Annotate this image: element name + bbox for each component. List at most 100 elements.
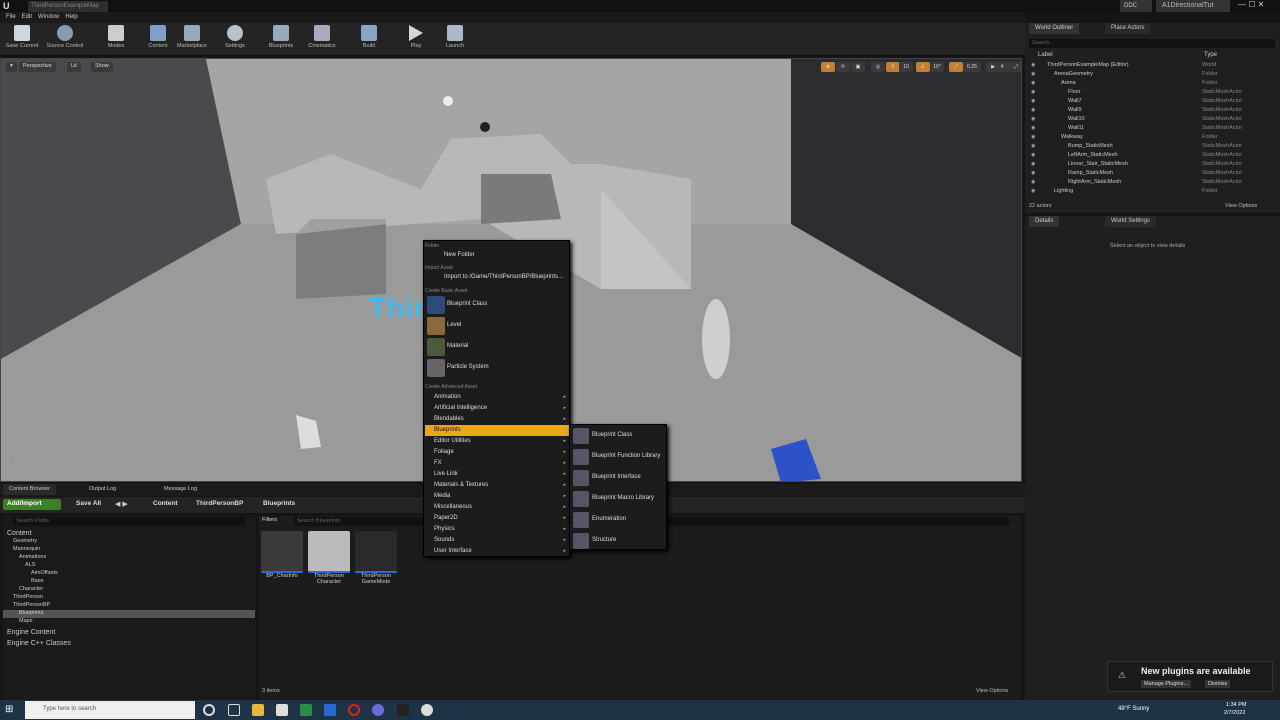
outliner-row[interactable]: ◉ LeftArm_StaticMesh StaticMeshActor: [1025, 152, 1280, 161]
menu-edit[interactable]: Edit: [22, 12, 32, 23]
scale-size[interactable]: 0.25: [963, 62, 981, 72]
submenu-item[interactable]: Blueprint Function Library: [571, 447, 667, 467]
filters-button[interactable]: Filters: [262, 517, 277, 523]
tree-item[interactable]: ThirdPersonBP: [3, 602, 255, 610]
opera-icon[interactable]: [348, 704, 360, 716]
tree-item[interactable]: Blueprints: [3, 610, 255, 618]
cortana-icon[interactable]: [203, 704, 215, 716]
breadcrumb-thirdpersonbp[interactable]: ThirdPersonBP: [196, 500, 243, 507]
outliner-row[interactable]: ◉ Arena Folder: [1025, 80, 1280, 89]
basic-asset-item[interactable]: Level: [425, 316, 569, 336]
eye-icon[interactable]: ◉: [1031, 170, 1035, 176]
outliner-search-input[interactable]: Search...: [1029, 39, 1275, 48]
eye-icon[interactable]: ◉: [1031, 89, 1035, 95]
basic-asset-item[interactable]: Blueprint Class: [425, 295, 569, 315]
tab-content-browser[interactable]: Content Browser: [3, 484, 56, 495]
menu-window[interactable]: Window: [38, 12, 59, 23]
grid-size[interactable]: 10: [899, 62, 913, 72]
type-column-header[interactable]: Type: [1204, 52, 1217, 58]
advanced-menu-item[interactable]: Miscellaneous ▸: [425, 502, 569, 513]
level-tab[interactable]: ThirdPersonExampleMap: [28, 1, 108, 12]
eye-icon[interactable]: ◉: [1031, 188, 1035, 194]
blueprints-button[interactable]: Blueprints: [259, 25, 303, 55]
advanced-menu-item[interactable]: Sounds ▸: [425, 535, 569, 546]
asset-tile[interactable]: ThirdPerson Character: [307, 531, 351, 585]
submenu-item[interactable]: Enumeration: [571, 510, 667, 530]
eye-icon[interactable]: ◉: [1031, 161, 1035, 167]
advanced-menu-item[interactable]: Blendables ▸: [425, 414, 569, 425]
app-icon[interactable]: [300, 704, 312, 716]
clock-time[interactable]: 1:34 PM: [1226, 702, 1246, 708]
outliner-row[interactable]: ◉ Bump_StaticMesh StaticMeshActor: [1025, 143, 1280, 152]
eye-icon[interactable]: ◉: [1031, 125, 1035, 131]
cinematics-button[interactable]: Cinematics: [300, 25, 344, 55]
advanced-menu-item[interactable]: User Interface ▸: [425, 546, 569, 557]
outliner-row[interactable]: ◉ Ramp_StaticMesh StaticMeshActor: [1025, 170, 1280, 179]
app-icon[interactable]: [276, 704, 288, 716]
outliner-view-options-button[interactable]: View Options: [1225, 203, 1257, 209]
eye-icon[interactable]: ◉: [1031, 62, 1035, 68]
tab-world-outliner[interactable]: World Outliner: [1029, 23, 1080, 34]
breadcrumb-content[interactable]: Content: [153, 500, 178, 507]
submenu-item[interactable]: Blueprint Macro Library: [571, 489, 667, 509]
label-column-header[interactable]: Label: [1038, 52, 1053, 58]
outliner-row[interactable]: ◉ Wall7 StaticMeshActor: [1025, 98, 1280, 107]
show-button[interactable]: Show: [91, 62, 113, 72]
dismiss-button[interactable]: Dismiss: [1205, 680, 1231, 688]
maximize-viewport-icon[interactable]: ⤢: [1009, 62, 1021, 72]
tree-item[interactable]: ThirdPerson: [3, 594, 255, 602]
tree-item[interactable]: AimOffsets: [3, 570, 255, 578]
translate-icon[interactable]: ✥: [821, 62, 835, 72]
outliner-row[interactable]: ◉ Linear_Stair_StaticMesh StaticMeshActor: [1025, 161, 1280, 170]
weather[interactable]: 48°F Sunny: [1118, 706, 1149, 712]
search-paths-input[interactable]: Search Paths: [13, 517, 245, 526]
outliner-row[interactable]: ◉ ThirdPersonExampleMap (Editor) World: [1025, 62, 1280, 71]
advanced-menu-item[interactable]: Media ▸: [425, 491, 569, 502]
tab-world-settings[interactable]: World Settings: [1105, 216, 1156, 227]
outliner-row[interactable]: ◉ Wall9 StaticMeshActor: [1025, 107, 1280, 116]
outliner-row[interactable]: ◉ ArenaGeometry Folder: [1025, 71, 1280, 80]
eye-icon[interactable]: ◉: [1031, 134, 1035, 140]
play-button[interactable]: Play: [394, 25, 438, 55]
advanced-menu-item[interactable]: Materials & Textures ▸: [425, 480, 569, 491]
tree-item[interactable]: Animations: [3, 554, 255, 562]
asset-tile[interactable]: ThirdPerson GameMode: [354, 531, 398, 585]
eye-icon[interactable]: ◉: [1031, 107, 1035, 113]
camera-speed[interactable]: 4: [995, 62, 1009, 72]
perspective-button[interactable]: Perspective: [19, 62, 56, 72]
basic-asset-item[interactable]: Particle System: [425, 358, 569, 378]
tree-item[interactable]: ALS: [3, 562, 255, 570]
app-icon[interactable]: [397, 704, 409, 716]
tab-place-actors[interactable]: Place Actors: [1105, 23, 1151, 34]
advanced-menu-item[interactable]: Animation ▸: [425, 392, 569, 403]
tree-item[interactable]: Content: [3, 530, 255, 538]
back-icon[interactable]: ◀ ▶: [115, 500, 128, 508]
build-button[interactable]: Build: [347, 25, 391, 55]
tree-item[interactable]: Geometry: [3, 538, 255, 546]
tree-item[interactable]: Engine Content: [3, 629, 255, 637]
clock-date[interactable]: 2/7/2022: [1224, 710, 1245, 716]
tab-details[interactable]: Details: [1029, 216, 1060, 227]
outliner-row[interactable]: ◉ Walkway Folder: [1025, 134, 1280, 143]
advanced-menu-item[interactable]: Editor Utilities ▸: [425, 436, 569, 447]
angle-size[interactable]: 10°: [930, 62, 944, 72]
mail-icon[interactable]: [324, 704, 336, 716]
tree-item[interactable]: Maps: [3, 618, 255, 626]
ddc-indicator[interactable]: DDC: [1120, 0, 1152, 12]
menu-help[interactable]: Help: [65, 12, 77, 23]
advanced-menu-item[interactable]: Artificial Intelligence ▸: [425, 403, 569, 414]
marketplace-button[interactable]: Marketplace: [170, 25, 214, 55]
breadcrumb-blueprints[interactable]: Blueprints: [263, 500, 295, 507]
modes-button[interactable]: Modes: [94, 25, 138, 55]
rotate-icon[interactable]: ⟳: [836, 62, 850, 72]
settings-button[interactable]: Settings: [213, 25, 257, 55]
submenu-item[interactable]: Blueprint Class: [571, 426, 667, 446]
advanced-menu-item[interactable]: Live Link ▸: [425, 469, 569, 480]
tree-item[interactable]: Character: [3, 586, 255, 594]
outliner-row[interactable]: ◉ Wall10 StaticMeshActor: [1025, 116, 1280, 125]
eye-icon[interactable]: ◉: [1031, 71, 1035, 77]
outliner-row[interactable]: ◉ Floor StaticMeshActor: [1025, 89, 1280, 98]
task-view-icon[interactable]: [228, 704, 240, 716]
taskbar-search-input[interactable]: Type here to search: [25, 701, 195, 719]
outliner-row[interactable]: ◉ RightArm_StaticMesh StaticMeshActor: [1025, 179, 1280, 188]
